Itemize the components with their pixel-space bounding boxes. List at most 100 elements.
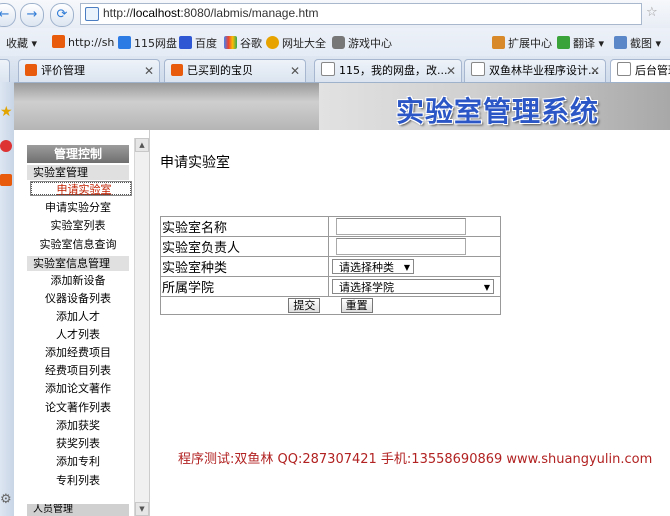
nav-scrollbar[interactable]: ▲ ▼ bbox=[134, 138, 149, 516]
close-icon[interactable]: ✕ bbox=[446, 60, 456, 82]
site-icon bbox=[118, 36, 131, 49]
lab-owner-label: 实验室负责人 bbox=[160, 236, 329, 257]
nav-group-labinfo[interactable]: 实验室信息管理 bbox=[27, 256, 129, 271]
form-cell: 请选择学院 ▼ bbox=[328, 276, 501, 297]
refresh-icon[interactable]: ⟳ bbox=[50, 3, 74, 27]
tab-admin[interactable]: 后台管理 bbox=[610, 59, 670, 82]
address-bar-row: ← → ⟳ http://localhost:8080/labmis/manag… bbox=[0, 0, 670, 28]
close-icon[interactable]: ✕ bbox=[590, 60, 600, 82]
close-icon[interactable]: ✕ bbox=[144, 60, 154, 82]
gear-icon[interactable]: ⚙ bbox=[0, 492, 12, 507]
close-icon[interactable]: ✕ bbox=[290, 60, 300, 82]
scroll-up-icon[interactable]: ▲ bbox=[135, 138, 149, 152]
college-label: 所属学院 bbox=[160, 276, 329, 297]
lab-owner-input[interactable] bbox=[336, 238, 466, 255]
tab-favicon bbox=[617, 62, 631, 76]
scissors-icon bbox=[614, 36, 627, 49]
form-row: 实验室负责人 bbox=[160, 236, 501, 257]
nav-item-lab-query[interactable]: 实验室信息查询 bbox=[27, 237, 129, 253]
nav-item-funding-list[interactable]: 经费项目列表 bbox=[27, 363, 129, 379]
extensions-button[interactable]: 扩展中心 bbox=[492, 35, 552, 51]
bookmark-games[interactable]: 游戏中心 bbox=[332, 35, 392, 51]
google-icon bbox=[224, 36, 237, 49]
bookmark-http[interactable]: http://sh bbox=[52, 35, 114, 49]
nav-item-add-funding[interactable]: 添加经费项目 bbox=[27, 345, 129, 361]
nav-group-lab[interactable]: 实验室管理 bbox=[27, 165, 129, 180]
chevron-down-icon: ▼ bbox=[403, 263, 410, 272]
tab-bar: 评价管理 ✕ 已买到的宝贝 ✕ 115，我的网盘，改... ✕ 双鱼林毕业程序设计..… bbox=[0, 56, 670, 83]
bookmark-favorites[interactable]: 收藏 ▾ bbox=[6, 35, 37, 51]
tab-favicon bbox=[321, 62, 335, 76]
form-cell: 请选择种类 ▼ bbox=[328, 256, 501, 277]
puzzle-icon bbox=[492, 36, 505, 49]
nav-group-personnel[interactable]: 人员管理 bbox=[27, 504, 129, 516]
favorite-star-icon[interactable]: ☆ bbox=[646, 5, 658, 20]
tab-review[interactable]: 评价管理 ✕ bbox=[18, 59, 160, 82]
reset-button[interactable]: 重置 bbox=[340, 298, 373, 313]
college-select[interactable]: 请选择学院 ▼ bbox=[332, 279, 494, 294]
weibo-icon[interactable] bbox=[0, 140, 12, 152]
lab-name-input[interactable] bbox=[336, 218, 466, 235]
form-row: 实验室种类 请选择种类 ▼ bbox=[160, 256, 501, 277]
footer-credit: 程序测试:双鱼林 QQ:287307421 手机:13558690869 www… bbox=[178, 452, 653, 467]
bookmark-baidu[interactable]: 百度 bbox=[179, 35, 217, 51]
form-row: 提交 重置 bbox=[160, 296, 501, 315]
url-input[interactable]: http://localhost:8080/labmis/manage.htm bbox=[80, 3, 642, 25]
nav-item-lab-list[interactable]: 实验室列表 bbox=[27, 218, 129, 234]
submit-button[interactable]: 提交 bbox=[288, 298, 321, 313]
nav-item-add-patent[interactable]: 添加专利 bbox=[27, 454, 129, 470]
tab-shuangyulin[interactable]: 双鱼林毕业程序设计... ✕ bbox=[464, 59, 606, 82]
tab-favicon bbox=[25, 64, 37, 76]
nav-header: 管理控制 bbox=[27, 145, 129, 163]
tab-115[interactable]: 115，我的网盘，改... ✕ bbox=[314, 59, 462, 82]
left-nav: 管理控制 实验室管理 申请实验室 申请实验分室 实验室列表 实验室信息查询 实验… bbox=[14, 130, 150, 516]
site-icon bbox=[52, 35, 65, 48]
chevron-down-icon: ▼ bbox=[483, 283, 490, 292]
site-banner: 实验室管理系统 bbox=[14, 83, 670, 130]
paw-icon bbox=[179, 36, 192, 49]
nav-item-talent-list[interactable]: 人才列表 bbox=[27, 327, 129, 343]
screenshot-button[interactable]: 截图 ▾ bbox=[614, 35, 661, 51]
bookmark-115[interactable]: 115网盘 bbox=[118, 35, 177, 51]
browser-chrome: ← → ⟳ http://localhost:8080/labmis/manag… bbox=[0, 0, 670, 83]
form-cell bbox=[328, 236, 501, 257]
nav-item-add-talent[interactable]: 添加人才 bbox=[27, 309, 129, 325]
nav-item-award-list[interactable]: 获奖列表 bbox=[27, 436, 129, 452]
nav-item-apply-sublab[interactable]: 申请实验分室 bbox=[27, 200, 129, 216]
translate-button[interactable]: 翻译 ▾ bbox=[557, 35, 604, 51]
page-icon bbox=[85, 7, 99, 21]
bookmark-google[interactable]: 谷歌 bbox=[224, 35, 262, 51]
gamepad-icon bbox=[332, 36, 345, 49]
url-text: http://localhost:8080/labmis/manage.htm bbox=[103, 6, 319, 20]
translate-icon bbox=[557, 36, 570, 49]
nav-item-apply-lab[interactable]: 申请实验室 bbox=[30, 181, 132, 196]
lab-type-select[interactable]: 请选择种类 ▼ bbox=[332, 259, 414, 274]
tab-overflow[interactable] bbox=[0, 59, 10, 82]
bookmark-sites[interactable]: 网址大全 bbox=[266, 35, 326, 51]
forward-icon[interactable]: → bbox=[20, 3, 44, 27]
form-actions: 提交 重置 bbox=[160, 296, 501, 315]
tab-purchased[interactable]: 已买到的宝贝 ✕ bbox=[164, 59, 306, 82]
nav-item-patent-list[interactable]: 专利列表 bbox=[27, 473, 129, 489]
nav-item-add-paper[interactable]: 添加论文著作 bbox=[27, 381, 129, 397]
form-row: 所属学院 请选择学院 ▼ bbox=[160, 276, 501, 297]
nav-item-device-list[interactable]: 仪器设备列表 bbox=[27, 291, 129, 307]
tab-favicon bbox=[171, 64, 183, 76]
main-content: 申请实验室 实验室名称 实验室负责人 实验室种类 请选择种类 ▼ 所属学院 请选择… bbox=[150, 130, 670, 516]
scroll-down-icon[interactable]: ▼ bbox=[135, 502, 149, 516]
nav-item-add-device[interactable]: 添加新设备 bbox=[27, 273, 129, 289]
page-title: 申请实验室 bbox=[160, 155, 230, 171]
banner-left-panel bbox=[14, 83, 319, 130]
app-icon[interactable] bbox=[0, 174, 12, 186]
lab-type-label: 实验室种类 bbox=[160, 256, 329, 277]
star-icon[interactable]: ★ bbox=[0, 104, 13, 120]
nav-item-paper-list[interactable]: 论文著作列表 bbox=[27, 400, 129, 416]
site-title: 实验室管理系统 bbox=[396, 95, 600, 128]
nav-item-add-award[interactable]: 添加获奖 bbox=[27, 418, 129, 434]
site-icon bbox=[266, 36, 279, 49]
form-cell bbox=[328, 216, 501, 237]
bookmarks-bar: 收藏 ▾ http://sh 115网盘 百度 谷歌 网址大全 游戏中心 扩展中… bbox=[0, 30, 670, 54]
tab-favicon bbox=[471, 62, 485, 76]
back-icon[interactable]: ← bbox=[0, 3, 16, 27]
form-row: 实验室名称 bbox=[160, 216, 501, 237]
